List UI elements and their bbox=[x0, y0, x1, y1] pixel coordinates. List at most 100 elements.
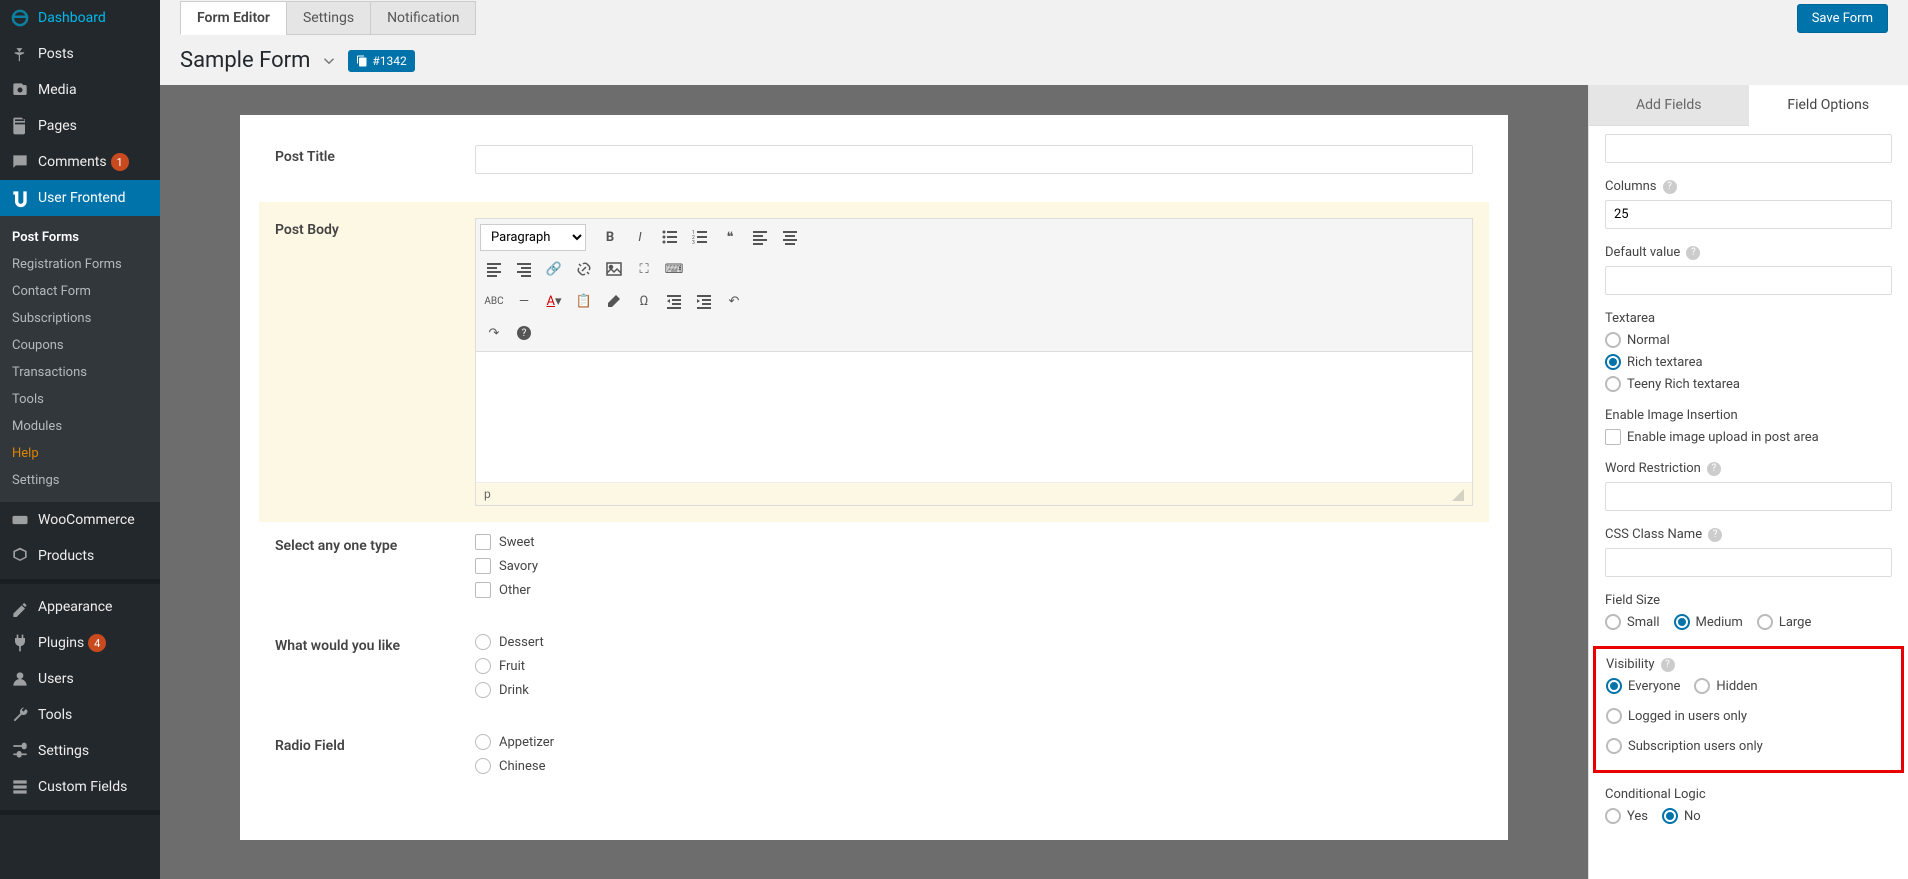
align-left2-icon[interactable] bbox=[480, 255, 508, 283]
field-size-option-small[interactable]: Small bbox=[1605, 614, 1660, 630]
sidebar-sub-settings[interactable]: Settings bbox=[0, 467, 160, 494]
form-canvas-area[interactable]: Post TitlePost BodyParagraphBI123❝🔗⛶⌨ABC… bbox=[160, 85, 1588, 879]
help-icon[interactable]: ? bbox=[1661, 658, 1675, 672]
sidebar-item-dashboard[interactable]: Dashboard bbox=[0, 0, 160, 36]
help-icon[interactable]: ? bbox=[1708, 528, 1722, 542]
word-restriction-input[interactable] bbox=[1605, 482, 1892, 511]
sidebar-item-comments[interactable]: Comments1 bbox=[0, 144, 160, 180]
save-form-button[interactable]: Save Form bbox=[1797, 4, 1888, 33]
field-size-option-large[interactable]: Large bbox=[1757, 614, 1812, 630]
sidebar-sub-modules[interactable]: Modules bbox=[0, 413, 160, 440]
field-options-body[interactable]: Columns? Default value? Textarea NormalR… bbox=[1589, 126, 1908, 879]
sidebar-item-appearance[interactable]: Appearance bbox=[0, 589, 160, 625]
sidebar-item-plugins[interactable]: Plugins4 bbox=[0, 625, 160, 661]
default-value-input[interactable] bbox=[1605, 266, 1892, 295]
outdent-icon[interactable] bbox=[660, 287, 688, 315]
visibility-option-hidden[interactable]: Hidden bbox=[1694, 678, 1757, 694]
visibility-option-everyone[interactable]: Everyone bbox=[1606, 678, 1680, 694]
radio-option[interactable]: Drink bbox=[475, 682, 1473, 698]
field-size-option-medium[interactable]: Medium bbox=[1674, 614, 1743, 630]
strike-icon[interactable]: ABC bbox=[480, 287, 508, 315]
sidebar-item-users[interactable]: Users bbox=[0, 661, 160, 697]
indent-icon[interactable] bbox=[690, 287, 718, 315]
textarea-option-teeny-rich-textarea[interactable]: Teeny Rich textarea bbox=[1605, 376, 1892, 392]
help-icon[interactable]: ? bbox=[1663, 180, 1677, 194]
radio-option[interactable]: Chinese bbox=[475, 758, 1473, 774]
undo-icon[interactable]: ↶ bbox=[720, 287, 748, 315]
conditional-option-yes[interactable]: Yes bbox=[1605, 808, 1648, 824]
bold-icon[interactable]: B bbox=[596, 223, 624, 251]
sidebar-item-user-frontend[interactable]: User Frontend bbox=[0, 180, 160, 216]
sidebar-sub-transactions[interactable]: Transactions bbox=[0, 359, 160, 386]
sidebar-sub-contact-form[interactable]: Contact Form bbox=[0, 278, 160, 305]
sidebar-item-tools[interactable]: Tools bbox=[0, 697, 160, 733]
sidebar-sub-help[interactable]: Help bbox=[0, 440, 160, 467]
resize-grip-icon[interactable] bbox=[1452, 489, 1464, 501]
hr-icon[interactable]: — bbox=[510, 287, 538, 315]
form-field-radio-field[interactable]: Radio FieldAppetizerChinese bbox=[275, 734, 1473, 782]
chevron-down-icon[interactable] bbox=[320, 52, 338, 70]
visibility-option-logged-in-users-only[interactable]: Logged in users only bbox=[1606, 708, 1747, 724]
form-title[interactable]: Sample Form bbox=[180, 48, 310, 73]
sidebar-item-woocommerce[interactable]: WooCommerce bbox=[0, 502, 160, 538]
form-field-what-would-you-like[interactable]: What would you likeDessertFruitDrink bbox=[275, 634, 1473, 706]
unlink-icon[interactable] bbox=[570, 255, 598, 283]
conditional-option-no[interactable]: No bbox=[1662, 808, 1701, 824]
keyboard-icon[interactable]: ⌨ bbox=[660, 255, 688, 283]
rte-content[interactable] bbox=[476, 352, 1472, 482]
columns-input[interactable] bbox=[1605, 200, 1892, 229]
form-field-select-any-one-type[interactable]: Select any one typeSweetSavoryOther bbox=[275, 534, 1473, 606]
sidebar-item-custom-fields[interactable]: Custom Fields bbox=[0, 769, 160, 805]
panel-tab-add-fields[interactable]: Add Fields bbox=[1589, 85, 1749, 126]
align-center-icon[interactable] bbox=[776, 223, 804, 251]
align-right-icon[interactable] bbox=[510, 255, 538, 283]
sidebar-sub-registration-forms[interactable]: Registration Forms bbox=[0, 251, 160, 278]
sidebar-sub-coupons[interactable]: Coupons bbox=[0, 332, 160, 359]
quote-icon[interactable]: ❝ bbox=[716, 223, 744, 251]
sidebar-sub-post-forms[interactable]: Post Forms bbox=[0, 224, 160, 251]
help-icon[interactable]: ? bbox=[1686, 246, 1700, 260]
css-class-input[interactable] bbox=[1605, 548, 1892, 577]
radio-option[interactable]: Appetizer bbox=[475, 734, 1473, 750]
image-icon[interactable] bbox=[600, 255, 628, 283]
number-list-icon[interactable]: 123 bbox=[686, 223, 714, 251]
sidebar-item-pages[interactable]: Pages bbox=[0, 108, 160, 144]
tab-form-editor[interactable]: Form Editor bbox=[180, 1, 287, 35]
fullscreen-icon[interactable]: ⛶ bbox=[630, 255, 658, 283]
help-icon[interactable]: ? bbox=[1707, 462, 1721, 476]
clear-icon[interactable] bbox=[600, 287, 628, 315]
paste-icon[interactable]: 📋 bbox=[570, 287, 598, 315]
sidebar-item-media[interactable]: Media bbox=[0, 72, 160, 108]
tab-settings[interactable]: Settings bbox=[286, 1, 371, 35]
redo-icon[interactable]: ↷ bbox=[480, 319, 508, 347]
enable-image-checkbox[interactable]: Enable image upload in post area bbox=[1605, 429, 1892, 445]
text-input[interactable] bbox=[475, 145, 1473, 174]
form-field-post-title[interactable]: Post Title bbox=[275, 145, 1473, 174]
sidebar-item-posts[interactable]: Posts bbox=[0, 36, 160, 72]
checkbox-option[interactable]: Sweet bbox=[475, 534, 1473, 550]
bullet-list-icon[interactable] bbox=[656, 223, 684, 251]
form-field-post-body[interactable]: Post BodyParagraphBI123❝🔗⛶⌨ABC—A ▾📋Ω↶↷?p bbox=[259, 202, 1489, 522]
radio-option[interactable]: Fruit bbox=[475, 658, 1473, 674]
omega-icon[interactable]: Ω bbox=[630, 287, 658, 315]
textarea-option-normal[interactable]: Normal bbox=[1605, 332, 1892, 348]
textarea-option-rich-textarea[interactable]: Rich textarea bbox=[1605, 354, 1892, 370]
tab-notification[interactable]: Notification bbox=[370, 1, 476, 35]
form-id-badge[interactable]: #1342 bbox=[348, 50, 414, 72]
checkbox-option[interactable]: Savory bbox=[475, 558, 1473, 574]
textcolor-icon[interactable]: A ▾ bbox=[540, 287, 568, 315]
checkbox-option[interactable]: Other bbox=[475, 582, 1473, 598]
align-left-icon[interactable] bbox=[746, 223, 774, 251]
panel-tab-field-options[interactable]: Field Options bbox=[1749, 85, 1908, 126]
format-select[interactable]: Paragraph bbox=[480, 224, 586, 251]
visibility-option-subscription-users-only[interactable]: Subscription users only bbox=[1606, 738, 1763, 754]
help-icon[interactable]: ? bbox=[510, 319, 538, 347]
link-icon[interactable]: 🔗 bbox=[540, 255, 568, 283]
sidebar-sub-tools[interactable]: Tools bbox=[0, 386, 160, 413]
italic-icon[interactable]: I bbox=[626, 223, 654, 251]
sidebar-item-settings[interactable]: Settings bbox=[0, 733, 160, 769]
sidebar-sub-subscriptions[interactable]: Subscriptions bbox=[0, 305, 160, 332]
sidebar-item-products[interactable]: Products bbox=[0, 538, 160, 574]
previous-field-input[interactable] bbox=[1605, 134, 1892, 163]
radio-option[interactable]: Dessert bbox=[475, 634, 1473, 650]
